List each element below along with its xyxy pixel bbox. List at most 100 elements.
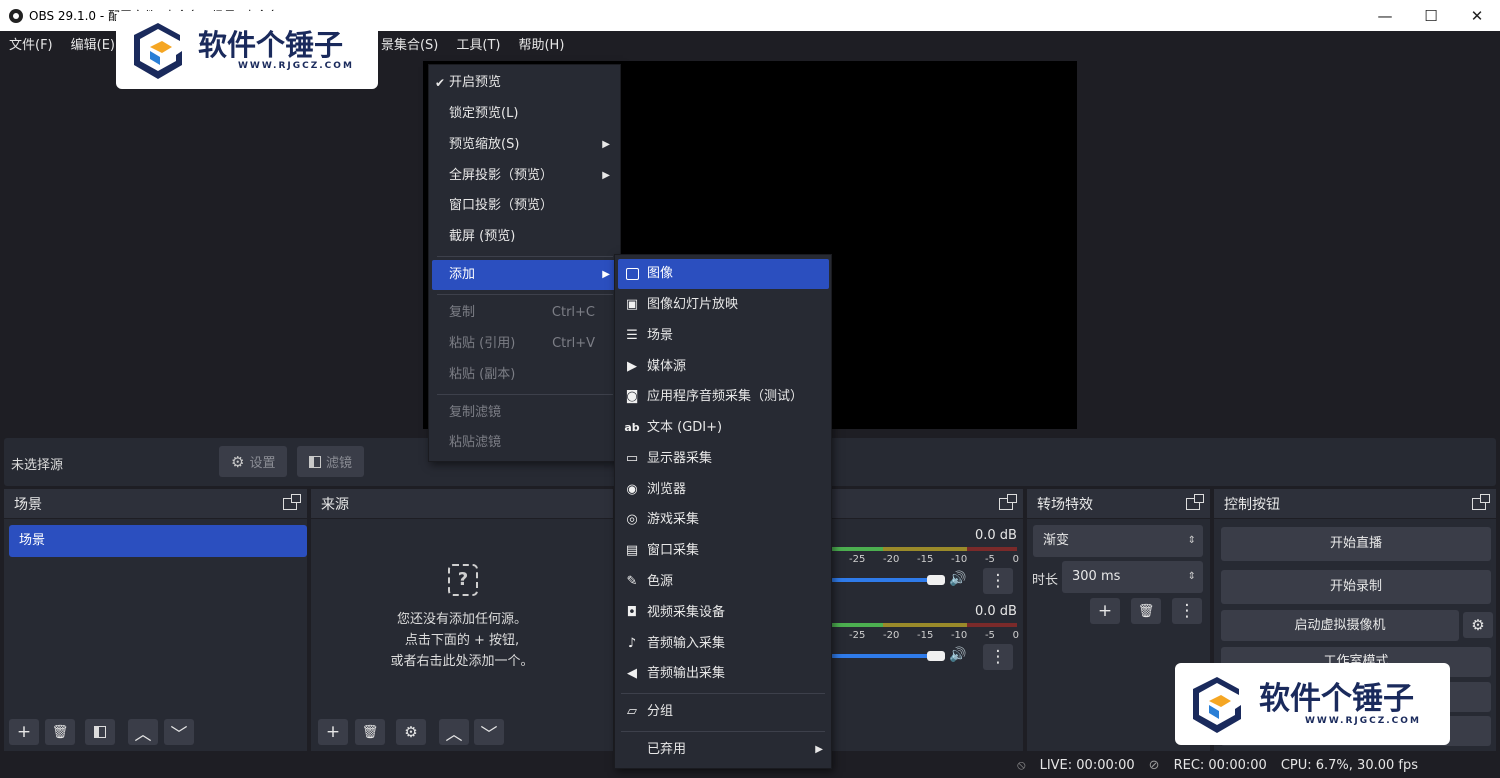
scene-list-item[interactable]: 场景 [9,525,307,557]
channel-2-volume-slider[interactable] [831,654,941,658]
cpu-fps: CPU: 6.7%, 30.00 fps [1280,758,1418,773]
undock-icon[interactable] [1472,493,1490,510]
add-source-button[interactable]: + [318,719,348,745]
updown-icon: ⇕ [1187,535,1196,546]
duration-label: 时长 [1032,573,1059,588]
channel-1-meter-red [967,547,1017,551]
duration-spinbox[interactable]: 300 ms ⇕ [1062,561,1203,593]
add-color-source[interactable]: ✎ 色源 [618,567,829,597]
add-scene[interactable]: ☰ 场景 [618,321,829,351]
sources-dock-header: 来源 [311,489,613,519]
window-controls: — ☐ ✕ [1362,0,1500,31]
menu-file[interactable]: 文件(F) [0,34,62,53]
app-audio-icon: ◙ [625,389,639,404]
move-source-up-button[interactable]: ︿ [439,719,469,745]
menu-preview-scaling[interactable]: 预览缩放(S) ▶ [432,130,617,160]
speaker-icon[interactable]: 🔊 [949,571,966,587]
channel-1-volume-handle[interactable] [927,575,945,585]
menu-screenshot-preview[interactable]: 截屏 (预览) [432,222,617,252]
add-group[interactable]: ▱ 分组 [618,697,829,727]
remove-transition-button[interactable]: 🗑 [1131,598,1161,624]
menu-add[interactable]: 添加 ▶ [432,260,617,290]
menu-copy-filters[interactable]: 复制滤镜 [432,398,617,428]
add-display-capture[interactable]: ▭ 显示器采集 [618,444,829,474]
channel-1-db: 0.0 dB [975,528,1017,543]
channel-1-meter-green [831,547,883,551]
undock-icon[interactable] [999,493,1017,510]
menu-help[interactable]: 帮助(H) [509,34,573,53]
sources-dock-title: 来源 [321,496,349,513]
add-media-source[interactable]: ▶ 媒体源 [618,352,829,382]
channel-1-menu-button[interactable]: ⋮ [983,568,1013,594]
scene-filters-button[interactable] [85,719,115,745]
menu-fullscreen-projector[interactable]: 全屏投影（预览） ▶ [432,161,617,191]
channel-2-volume-handle[interactable] [927,651,945,661]
add-transition-button[interactable]: + [1090,598,1120,624]
filter-icon [309,455,321,468]
kebab-icon: ⋮ [1178,601,1196,621]
start-recording-button[interactable]: 开始录制 [1221,570,1491,604]
add-scene-button[interactable]: + [9,719,39,745]
menu-paste-reference[interactable]: 粘贴 (引用) Ctrl+V [432,329,617,359]
brush-icon: ✎ [626,574,638,589]
channel-2-menu-button[interactable]: ⋮ [983,644,1013,670]
preview-context-menu: ✔ 开启预览 锁定预览(L) 预览缩放(S) ▶ 全屏投影（预览） ▶ 窗口投影… [428,64,621,462]
stream-signal-icon: ⦸ [1017,758,1026,773]
menu-paste-duplicate[interactable]: 粘贴 (副本) [432,360,617,390]
gear-icon: ⚙ [231,452,245,471]
channel-1-ticks: -25 -20 -15 -10 -5 0 [849,554,1019,565]
add-audio-input-capture[interactable]: ♪ 音频输入采集 [618,629,829,659]
chevron-down-icon: ﹀ [480,724,498,745]
empty-sources-message[interactable]: 您还没有添加任何源。 点击下面的 + 按钮, 或者右击此处添加一个。 [311,609,613,672]
remove-source-button[interactable]: 🗑 [355,719,385,745]
source-settings-button[interactable]: ⚙ 设置 [219,446,288,477]
transition-menu-button[interactable]: ⋮ [1172,598,1202,624]
close-button[interactable]: ✕ [1454,0,1500,31]
source-filters-label: 滤镜 [326,456,353,471]
menu-copy[interactable]: 复制 Ctrl+C [432,298,617,328]
add-application-audio[interactable]: ◙ 应用程序音频采集（测试） [618,382,829,412]
remove-scene-button[interactable]: 🗑 [45,719,75,745]
start-virtual-camera-button[interactable]: 启动虚拟摄像机 [1221,610,1459,641]
source-filters-button[interactable]: 滤镜 [297,446,365,477]
watermark-brand: 软件个锤子 [1259,681,1414,717]
add-audio-output-capture[interactable]: ◀ 音频输出采集 [618,659,829,689]
sources-dock: 来源 ? 您还没有添加任何源。 点击下面的 + 按钮, 或者右击此处添加一个。 … [311,489,613,751]
menu-paste-filters[interactable]: 粘贴滤镜 [432,428,617,458]
globe-icon: ◉ [626,482,638,497]
plus-icon: + [325,722,341,742]
move-source-down-button[interactable]: ﹀ [474,719,504,745]
transition-select[interactable]: 渐变 ⇕ [1033,525,1203,557]
transitions-dock-header: 转场特效 [1027,489,1210,519]
minimize-button[interactable]: — [1362,0,1408,31]
add-window-capture[interactable]: ▤ 窗口采集 [618,536,829,566]
channel-2-meter-green [831,623,883,627]
add-game-capture[interactable]: ◎ 游戏采集 [618,505,829,535]
menu-windowed-projector[interactable]: 窗口投影（预览） [432,191,617,221]
menu-scene-collection[interactable]: 景集合(S) [372,34,447,53]
move-scene-down-button[interactable]: ﹀ [164,719,194,745]
speaker-icon[interactable]: 🔊 [949,647,966,663]
channel-1-volume-slider[interactable] [831,578,941,582]
move-scene-up-button[interactable]: ︿ [128,719,158,745]
menu-enable-preview[interactable]: ✔ 开启预览 [432,68,617,98]
menu-tools[interactable]: 工具(T) [447,34,509,53]
menu-lock-preview[interactable]: 锁定预览(L) [432,99,617,129]
start-streaming-button[interactable]: 开始直播 [1221,527,1491,561]
source-properties-button[interactable]: ⚙ [396,719,426,745]
add-image-slideshow[interactable]: ▣ 图像幻灯片放映 [618,290,829,320]
maximize-button[interactable]: ☐ [1408,0,1454,31]
add-video-capture-device[interactable]: ◘ 视频采集设备 [618,598,829,628]
scenes-dock-title: 场景 [14,496,42,513]
menu-edit[interactable]: 编辑(E) [62,34,124,53]
undock-icon[interactable] [283,493,301,510]
list-icon: ☰ [626,328,638,343]
add-text-gdi[interactable]: ab 文本 (GDI+) [618,413,829,443]
virtual-camera-settings-button[interactable]: ⚙ [1463,612,1493,638]
add-deprecated[interactable]: 已弃用 ▶ [618,735,829,765]
undock-icon[interactable] [1186,493,1204,510]
trash-icon: 🗑 [1137,603,1155,619]
add-image[interactable]: 图像 [618,259,829,289]
add-browser[interactable]: ◉ 浏览器 [618,475,829,505]
scenes-dock: 场景 场景 + 🗑 ︿ ﹀ [4,489,307,751]
